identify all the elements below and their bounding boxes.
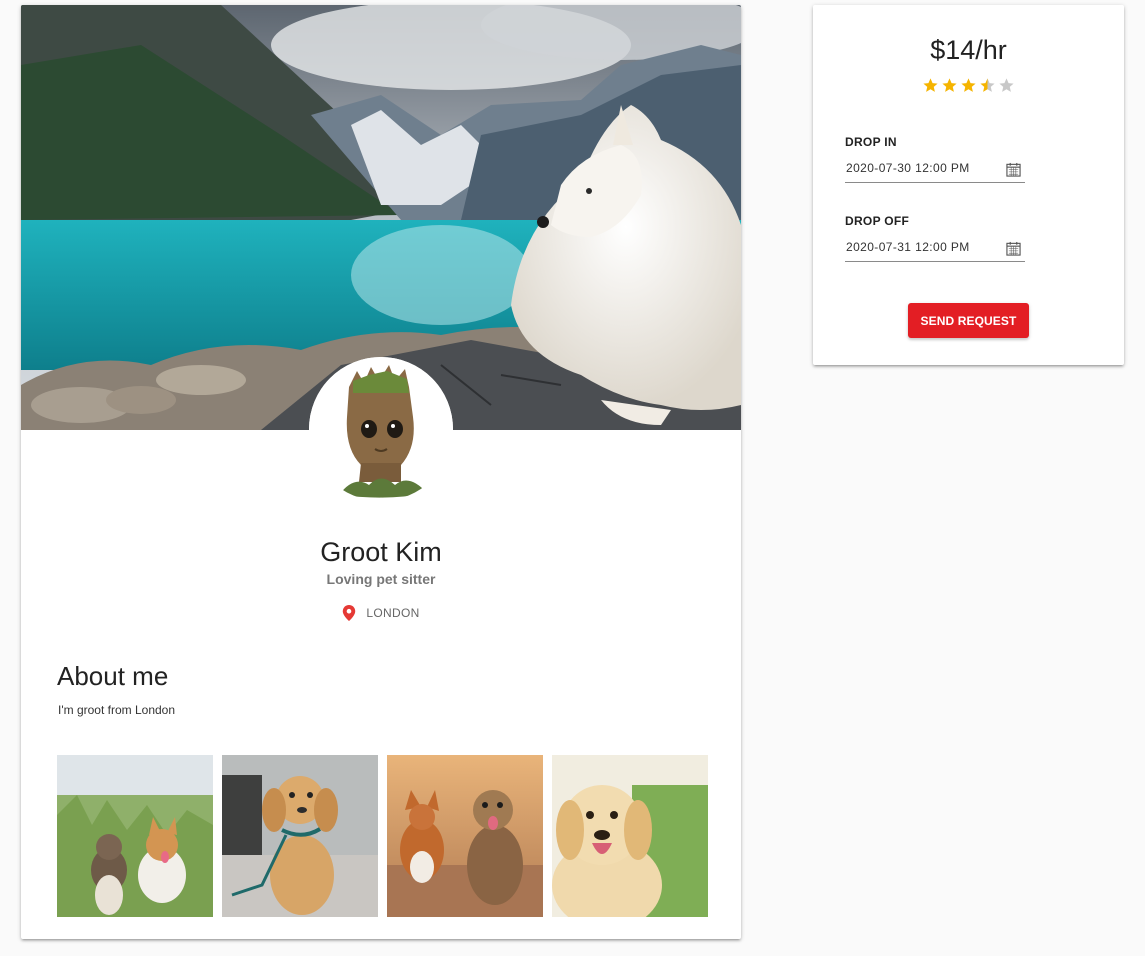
drop-off-label: DROP OFF: [845, 214, 910, 228]
profile-location: LONDON: [21, 605, 741, 621]
profile-card: Groot Kim Loving pet sitter LONDON About…: [21, 5, 741, 939]
rating-stars: [813, 77, 1124, 94]
location-text: LONDON: [366, 606, 420, 620]
about-text: I'm groot from London: [58, 703, 176, 717]
gallery-photo[interactable]: [57, 755, 213, 917]
drop-off-datetime-input[interactable]: [845, 236, 1025, 262]
location-pin-icon: [343, 605, 356, 621]
booking-card: $14/hr DROP IN DROP OFF SEND REQUEST: [813, 5, 1124, 365]
photo-gallery: [57, 755, 708, 917]
drop-in-label: DROP IN: [845, 135, 897, 149]
gallery-photo[interactable]: [387, 755, 543, 917]
gallery-photo[interactable]: [552, 755, 708, 917]
star-empty-icon: [999, 78, 1014, 92]
calendar-icon[interactable]: [1006, 162, 1021, 177]
calendar-icon[interactable]: [1006, 241, 1021, 256]
send-request-button[interactable]: SEND REQUEST: [908, 303, 1029, 338]
avatar: [309, 357, 453, 501]
hourly-price: $14/hr: [930, 35, 1007, 65]
about-title: About me: [57, 661, 169, 691]
drop-in-datetime-input[interactable]: [845, 157, 1025, 183]
star-full-icon: [961, 78, 976, 92]
profile-name: Groot Kim: [320, 537, 442, 567]
star-half-icon: [980, 78, 995, 92]
star-full-icon: [923, 78, 938, 92]
star-full-icon: [942, 78, 957, 92]
profile-tagline: Loving pet sitter: [326, 571, 436, 587]
gallery-photo[interactable]: [222, 755, 378, 917]
